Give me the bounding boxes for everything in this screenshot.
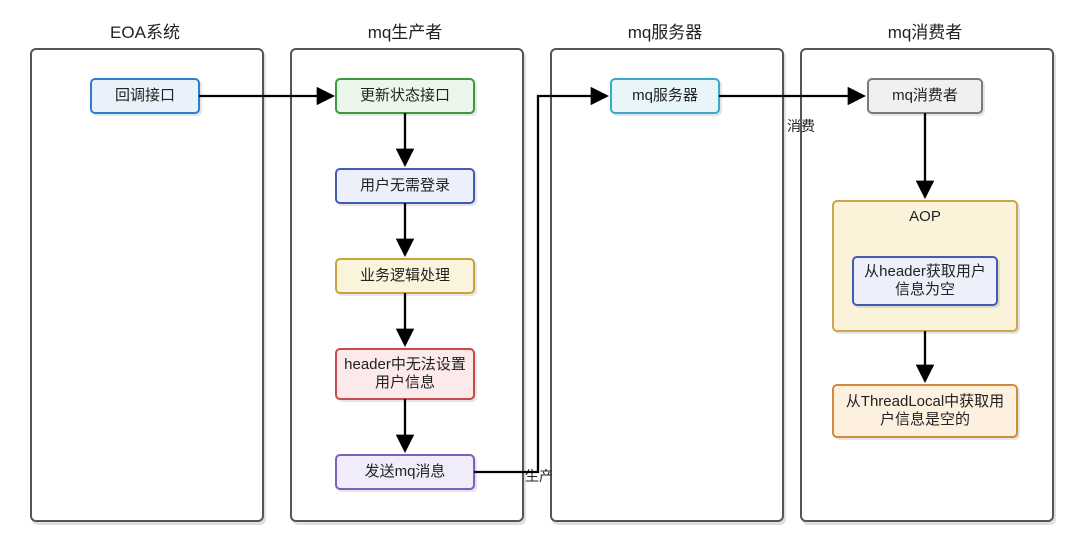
- node-mq-server: mq服务器: [610, 78, 720, 114]
- node-update-state-label: 更新状态接口: [360, 87, 450, 105]
- edge-label-consume: 消费: [787, 116, 815, 136]
- node-aop-label: AOP: [909, 208, 941, 226]
- node-header-empty-label: 从header获取用户信息为空: [860, 263, 990, 299]
- node-send-mq: 发送mq消息: [335, 454, 475, 490]
- lane-title-consumer: mq消费者: [800, 18, 1050, 43]
- node-header-empty: 从header获取用户信息为空: [852, 256, 998, 306]
- node-send-mq-label: 发送mq消息: [365, 463, 446, 481]
- lane-title-producer: mq生产者: [290, 18, 520, 43]
- node-biz-logic: 业务逻辑处理: [335, 258, 475, 294]
- lane-title-eoa: EOA系统: [30, 18, 260, 43]
- node-update-state: 更新状态接口: [335, 78, 475, 114]
- node-no-login-label: 用户无需登录: [360, 177, 450, 195]
- lane-server: [550, 48, 784, 522]
- node-mq-consumer-label: mq消费者: [892, 87, 958, 105]
- node-callback: 回调接口: [90, 78, 200, 114]
- node-callback-label: 回调接口: [115, 87, 175, 105]
- node-threadlocal-empty: 从ThreadLocal中获取用户信息是空的: [832, 384, 1018, 438]
- node-threadlocal-empty-label: 从ThreadLocal中获取用户信息是空的: [840, 393, 1010, 429]
- node-mq-consumer: mq消费者: [867, 78, 983, 114]
- node-mq-server-label: mq服务器: [632, 87, 698, 105]
- edge-label-produce: 生产: [525, 466, 553, 486]
- diagram-stage: EOA系统 mq生产者 mq服务器 mq消费者 回调接口 更新状态接口 用户无需…: [0, 0, 1080, 545]
- node-biz-logic-label: 业务逻辑处理: [360, 267, 450, 285]
- node-header-no-set-label: header中无法设置用户信息: [343, 356, 467, 392]
- node-no-login: 用户无需登录: [335, 168, 475, 204]
- lane-eoa: [30, 48, 264, 522]
- lane-title-server: mq服务器: [550, 18, 780, 43]
- node-header-no-set: header中无法设置用户信息: [335, 348, 475, 400]
